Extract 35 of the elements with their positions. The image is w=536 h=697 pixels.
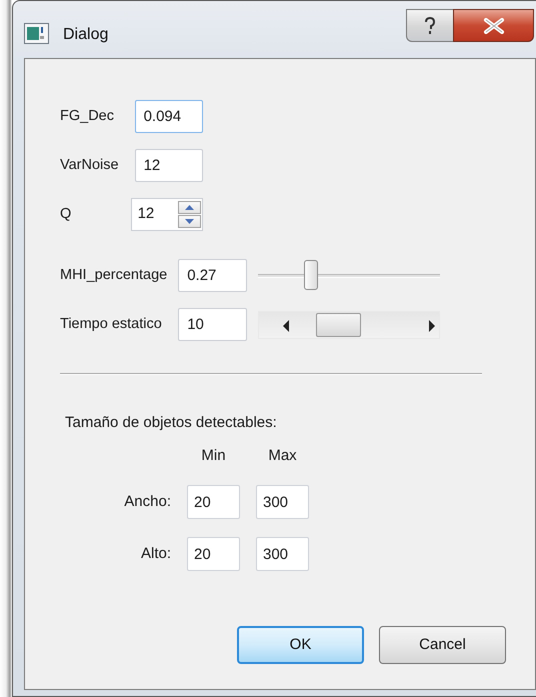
app-icon xyxy=(24,23,49,44)
text-field[interactable]: 0.27 xyxy=(178,259,248,292)
max-field[interactable]: 300 xyxy=(256,485,309,519)
help-button[interactable] xyxy=(406,9,453,42)
min-field[interactable]: 20 xyxy=(187,537,240,571)
field-label: Tiempo estatico xyxy=(60,314,163,334)
scroll-thumb[interactable] xyxy=(316,312,362,336)
spin-box[interactable]: 12 xyxy=(130,198,203,231)
column-header: Min xyxy=(200,446,227,466)
down-triangle-icon xyxy=(184,219,194,224)
window-title: Dialog xyxy=(63,25,108,45)
scroll-left-icon xyxy=(281,320,292,332)
close-button[interactable] xyxy=(453,9,534,42)
up-triangle-icon xyxy=(184,205,194,210)
row-label: Ancho: xyxy=(123,492,171,512)
scroll-right-icon xyxy=(427,320,438,332)
spin-down-button[interactable] xyxy=(178,215,201,228)
max-field[interactable]: 300 xyxy=(256,537,309,571)
text-field[interactable]: 12 xyxy=(134,149,203,182)
spin-up-button[interactable] xyxy=(178,201,201,214)
help-icon xyxy=(424,16,436,34)
row-label: Alto: xyxy=(140,544,171,564)
close-icon xyxy=(482,18,504,34)
slider-thumb[interactable] xyxy=(304,260,318,290)
column-header: Max xyxy=(267,446,298,466)
text-field[interactable]: 10 xyxy=(178,308,248,341)
cancel-button[interactable]: Cancel xyxy=(379,626,506,664)
field-label: FG_Dec xyxy=(60,106,115,126)
field-label: VarNoise xyxy=(60,156,119,175)
group-label: Tamaño de objetos detectables: xyxy=(65,413,278,433)
ok-button[interactable]: OK xyxy=(237,626,364,664)
field-label: MHI_percentage xyxy=(60,266,168,285)
field-label: Q xyxy=(60,204,72,224)
min-field[interactable]: 20 xyxy=(187,485,240,519)
text-field[interactable]: 0.094 xyxy=(134,100,203,133)
